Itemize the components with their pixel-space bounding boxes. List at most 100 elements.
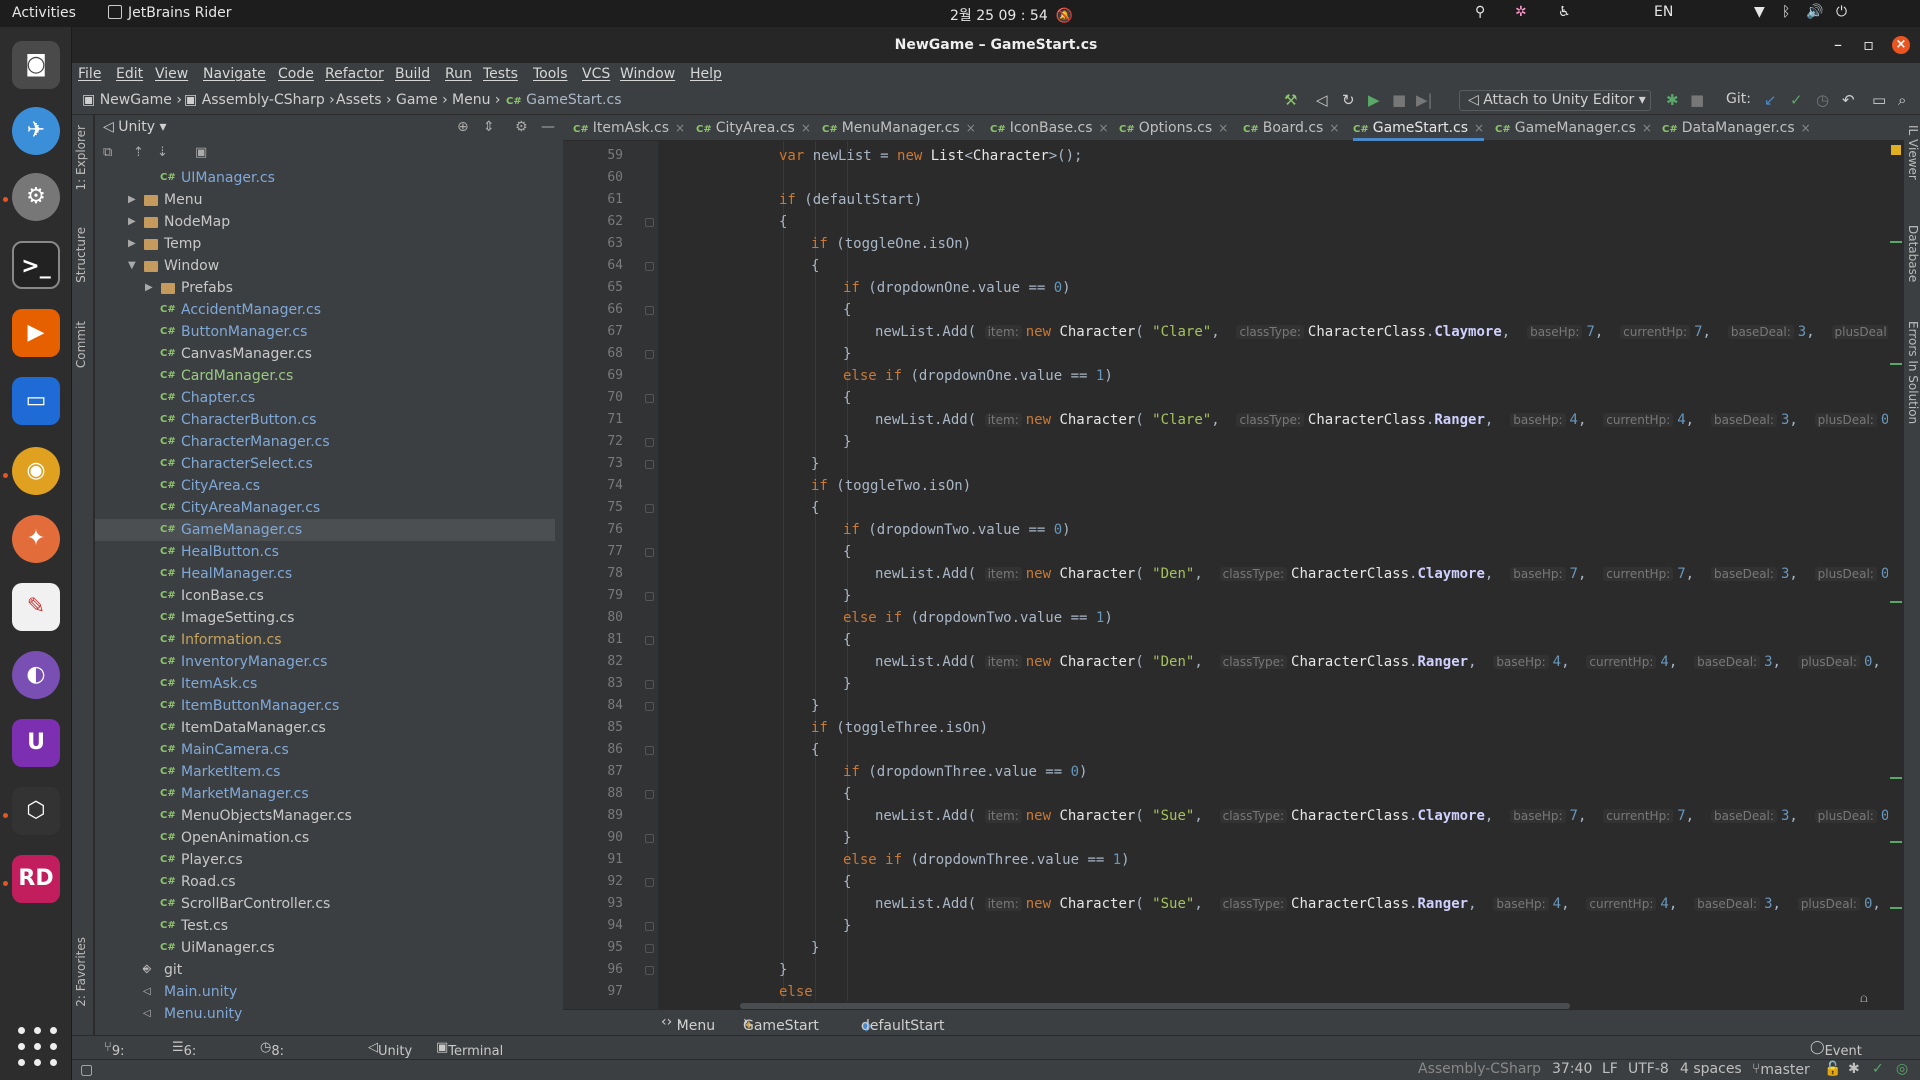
line-number[interactable]: 68 (563, 343, 623, 365)
fold-marker-icon[interactable] (645, 218, 654, 227)
file-row[interactable]: ⎆ git (95, 959, 555, 981)
menu-vcs[interactable]: VCS (582, 66, 610, 82)
maximize-icon[interactable]: ▫ (1863, 27, 1874, 63)
change-mark[interactable] (1890, 841, 1902, 843)
crumb-game[interactable]: Game › (396, 92, 448, 108)
files-icon[interactable]: ▭ (12, 377, 60, 425)
line-number[interactable]: 91 (563, 849, 623, 871)
fold-marker-icon[interactable] (645, 636, 654, 645)
app-menu[interactable]: JetBrains Rider (108, 5, 232, 21)
line-number[interactable]: 84 (563, 695, 623, 717)
terminal-icon[interactable]: >_ (12, 241, 60, 289)
line-number[interactable]: 62 (563, 211, 623, 233)
gear-icon[interactable]: ⚙ (515, 119, 528, 135)
fold-marker-icon[interactable] (645, 746, 654, 755)
line-number[interactable]: 92 (563, 871, 623, 893)
line-number[interactable]: 82 (563, 651, 623, 673)
todo-toolwindow[interactable]: ☰ 6: TODO (172, 1040, 222, 1074)
file-row[interactable]: C# Chapter.cs (95, 387, 555, 409)
line-number[interactable]: 77 (563, 541, 623, 563)
file-row[interactable]: C# GameManager.cs (95, 519, 555, 541)
chrome-icon[interactable]: ◉ (12, 447, 60, 495)
change-mark[interactable] (1890, 601, 1902, 603)
line-number[interactable]: 93 (563, 893, 623, 915)
fold-marker-icon[interactable] (645, 922, 654, 931)
structure-tab[interactable]: Structure (74, 227, 88, 283)
folder-row[interactable]: ▶ Temp (95, 233, 555, 255)
unity-toolwindow[interactable]: ◁ Unity (368, 1040, 412, 1059)
editor-tab[interactable]: C# ItemAsk.cs × (573, 115, 685, 141)
media-app-icon[interactable]: ◐ (12, 651, 60, 699)
il-viewer-tab[interactable]: IL Viewer (1906, 125, 1920, 180)
fold-marker-icon[interactable] (645, 504, 654, 513)
layout-icon[interactable]: ▭ (1872, 91, 1886, 109)
fold-marker-icon[interactable] (645, 702, 654, 711)
menu-view[interactable]: View (155, 66, 188, 82)
editor-tab[interactable]: C# CityArea.cs × (696, 115, 811, 141)
line-number[interactable]: 64 (563, 255, 623, 277)
terminal-toolwindow[interactable]: ▣ Terminal (436, 1040, 503, 1059)
file-row[interactable]: C# InventoryManager.cs (95, 651, 555, 673)
git-toolwindow[interactable]: ⑂ 9: Git (104, 1040, 131, 1074)
toggle-tool-windows-icon[interactable]: ▢ (80, 1062, 93, 1078)
line-number[interactable]: 60 (563, 167, 623, 189)
fold-marker-icon[interactable] (645, 548, 654, 557)
file-row[interactable]: C# HealButton.cs (95, 541, 555, 563)
editor-tab[interactable]: C# DataManager.cs × (1662, 115, 1811, 141)
git-rollback-icon[interactable]: ↶ (1842, 91, 1855, 109)
menu-code[interactable]: Code (278, 66, 314, 82)
firefox-icon[interactable]: ✦ (12, 515, 60, 563)
folder-row[interactable]: ▶ Prefabs (95, 277, 555, 299)
close-tab-icon[interactable]: × (1218, 121, 1228, 135)
editor-tab[interactable]: C# GameStart.cs × (1353, 115, 1485, 141)
file-row[interactable]: C# Road.cs (95, 871, 555, 893)
menu-navigate[interactable]: Navigate (203, 66, 266, 82)
fold-marker-icon[interactable] (645, 306, 654, 315)
unity-icon[interactable]: ⬡ (12, 787, 60, 835)
editor-tab[interactable]: C# Options.cs × (1119, 115, 1228, 141)
line-number[interactable]: 63 (563, 233, 623, 255)
reader-mode-icon[interactable]: ⩍ (1860, 991, 1868, 1006)
line-number[interactable]: 85 (563, 717, 623, 739)
line-number[interactable]: 79 (563, 585, 623, 607)
crumb-file[interactable]: C# GameStart.cs (506, 92, 622, 108)
status-caret-position[interactable]: 37:40 (1552, 1061, 1592, 1077)
accessibility-icon[interactable]: ♿ (1558, 4, 1571, 20)
line-number[interactable]: 75 (563, 497, 623, 519)
menu-file[interactable]: File (78, 66, 101, 82)
status-project[interactable]: Assembly-CSharp (1418, 1061, 1541, 1077)
line-number[interactable]: 74 (563, 475, 623, 497)
line-number[interactable]: 94 (563, 915, 623, 937)
fold-marker-icon[interactable] (645, 944, 654, 953)
chevron-right-icon[interactable]: ▶ (128, 233, 140, 255)
folder-row[interactable]: ▼ Window (95, 255, 555, 277)
menu-tests[interactable]: Tests (483, 66, 518, 82)
volume-icon[interactable]: 🔊 (1806, 4, 1823, 20)
chevron-right-icon[interactable]: ▶ (128, 189, 140, 211)
step-icon[interactable]: ▶| (1416, 91, 1433, 109)
refresh-icon[interactable]: ↻ (1342, 91, 1355, 109)
editor-tab[interactable]: C# MenuManager.cs × (822, 115, 976, 141)
fold-marker-icon[interactable] (645, 834, 654, 843)
line-number[interactable]: 78 (563, 563, 623, 585)
minimize-icon[interactable]: – (1834, 27, 1842, 63)
line-number[interactable]: 65 (563, 277, 623, 299)
ide-status-icon[interactable]: ✱ (1848, 1061, 1860, 1077)
collapse-icon[interactable]: ⇣ (157, 145, 168, 160)
close-tab-icon[interactable]: × (966, 121, 976, 135)
close-tab-icon[interactable]: × (1801, 121, 1811, 135)
telegram-icon[interactable]: ✈ (12, 107, 60, 155)
color-picker-icon[interactable]: ✲ (1515, 4, 1527, 20)
line-number[interactable]: 70 (563, 387, 623, 409)
chevron-right-icon[interactable]: ▶ (128, 211, 140, 233)
favorites-tab[interactable]: 2: Favorites (74, 937, 88, 1007)
search-icon[interactable]: ⌕ (1898, 91, 1906, 109)
line-number[interactable]: 59 (563, 145, 623, 167)
menu-run[interactable]: Run (445, 66, 472, 82)
menu-build[interactable]: Build (395, 66, 430, 82)
git-history-icon[interactable]: ◷ (1816, 91, 1829, 109)
file-row[interactable]: ◁ Menu.unity (95, 1003, 555, 1025)
unit-tests-toolwindow[interactable]: ◷ 8: Unit Tests (260, 1040, 304, 1080)
file-row[interactable]: C# AccidentManager.cs (95, 299, 555, 321)
fold-marker-icon[interactable] (645, 966, 654, 975)
